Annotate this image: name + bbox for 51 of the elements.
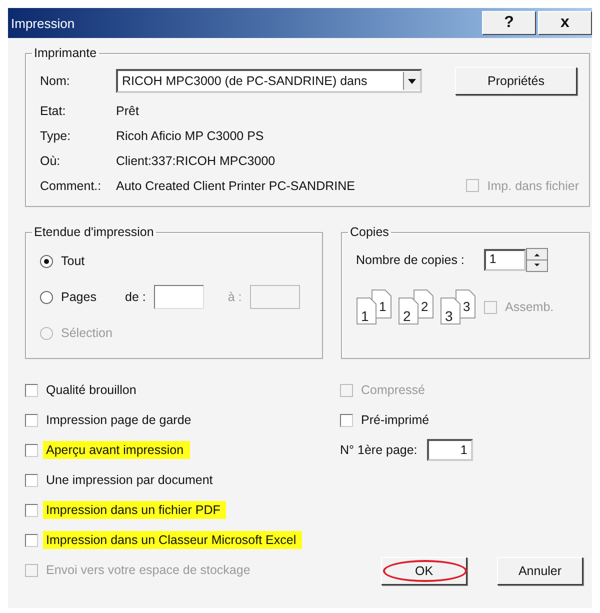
field-label: Comment.:	[40, 178, 102, 192]
checkbox-label: Qualité brouillon	[46, 383, 136, 397]
dialog-button[interactable]: Annuler	[497, 557, 583, 585]
checkbox[interactable]	[25, 414, 38, 426]
field-label: de :	[125, 290, 146, 304]
checkbox-label: Impression dans un fichier PDF	[43, 501, 226, 519]
close-button[interactable]: x	[538, 11, 592, 35]
printer-dropdown[interactable]: RICOH MPC3000 (de PC-SANDRINE) dans	[116, 69, 422, 93]
radio-label: Tout	[61, 254, 86, 268]
checkbox[interactable]	[25, 444, 38, 456]
checkbox[interactable]	[25, 474, 38, 486]
first-page-field[interactable]: 1	[427, 439, 474, 461]
copies-field[interactable]: 1	[484, 249, 526, 271]
radio-label: Pages	[61, 290, 98, 304]
field-label: Où:	[40, 154, 62, 168]
caret-icon	[403, 72, 420, 90]
radio-label: Sélection	[61, 326, 113, 340]
properties-button[interactable]: Propriétés	[455, 67, 577, 95]
spinner-icon[interactable]	[526, 248, 548, 272]
checkbox[interactable]	[25, 534, 38, 546]
help-button[interactable]: ?	[482, 11, 536, 35]
checkbox[interactable]	[25, 384, 38, 396]
field-label: Etat:	[40, 104, 67, 118]
checkbox-label: Pré-imprimé	[361, 413, 430, 427]
field-label: Nombre de copies :	[356, 253, 464, 267]
checkbox-label: Aperçu avant impression	[43, 441, 190, 459]
dialog-button[interactable]: OK	[381, 557, 467, 585]
field-label: Nom:	[40, 74, 71, 88]
checkbox-label: Envoi vers votre espace de stockage	[46, 563, 250, 577]
checkbox-label: Impression dans un Classeur Microsoft Excel	[43, 531, 302, 549]
radio-button[interactable]	[40, 254, 53, 268]
group-title: Copies	[349, 225, 390, 239]
window-title: Impression	[11, 16, 76, 30]
checkbox-label: Assemb.	[505, 300, 554, 314]
field-value: Client:337:RICOH MPC3000	[116, 154, 276, 168]
checkbox[interactable]	[25, 504, 38, 516]
from-page-field[interactable]	[154, 285, 204, 309]
field-value: Prêt	[116, 104, 139, 118]
group-title: Etendue d'impression	[33, 225, 155, 239]
checkbox[interactable]	[340, 414, 353, 426]
checkbox-label: Impression page de garde	[46, 413, 192, 427]
radio-button[interactable]	[40, 290, 53, 304]
field-label: N° 1ère page:	[340, 443, 418, 457]
field-label: Type:	[40, 128, 72, 142]
checkbox-label: Compressé	[361, 383, 425, 397]
field-value: Ricoh Aficio MP C3000 PS	[116, 128, 264, 142]
checkbox-label: Imp. dans fichier	[487, 178, 579, 192]
field-label: à :	[228, 290, 242, 304]
field-value: Auto Created Client Printer PC-SANDRINE	[116, 178, 355, 192]
checkbox-label: Une impression par document	[46, 473, 213, 487]
group-title: Imprimante	[33, 46, 98, 60]
